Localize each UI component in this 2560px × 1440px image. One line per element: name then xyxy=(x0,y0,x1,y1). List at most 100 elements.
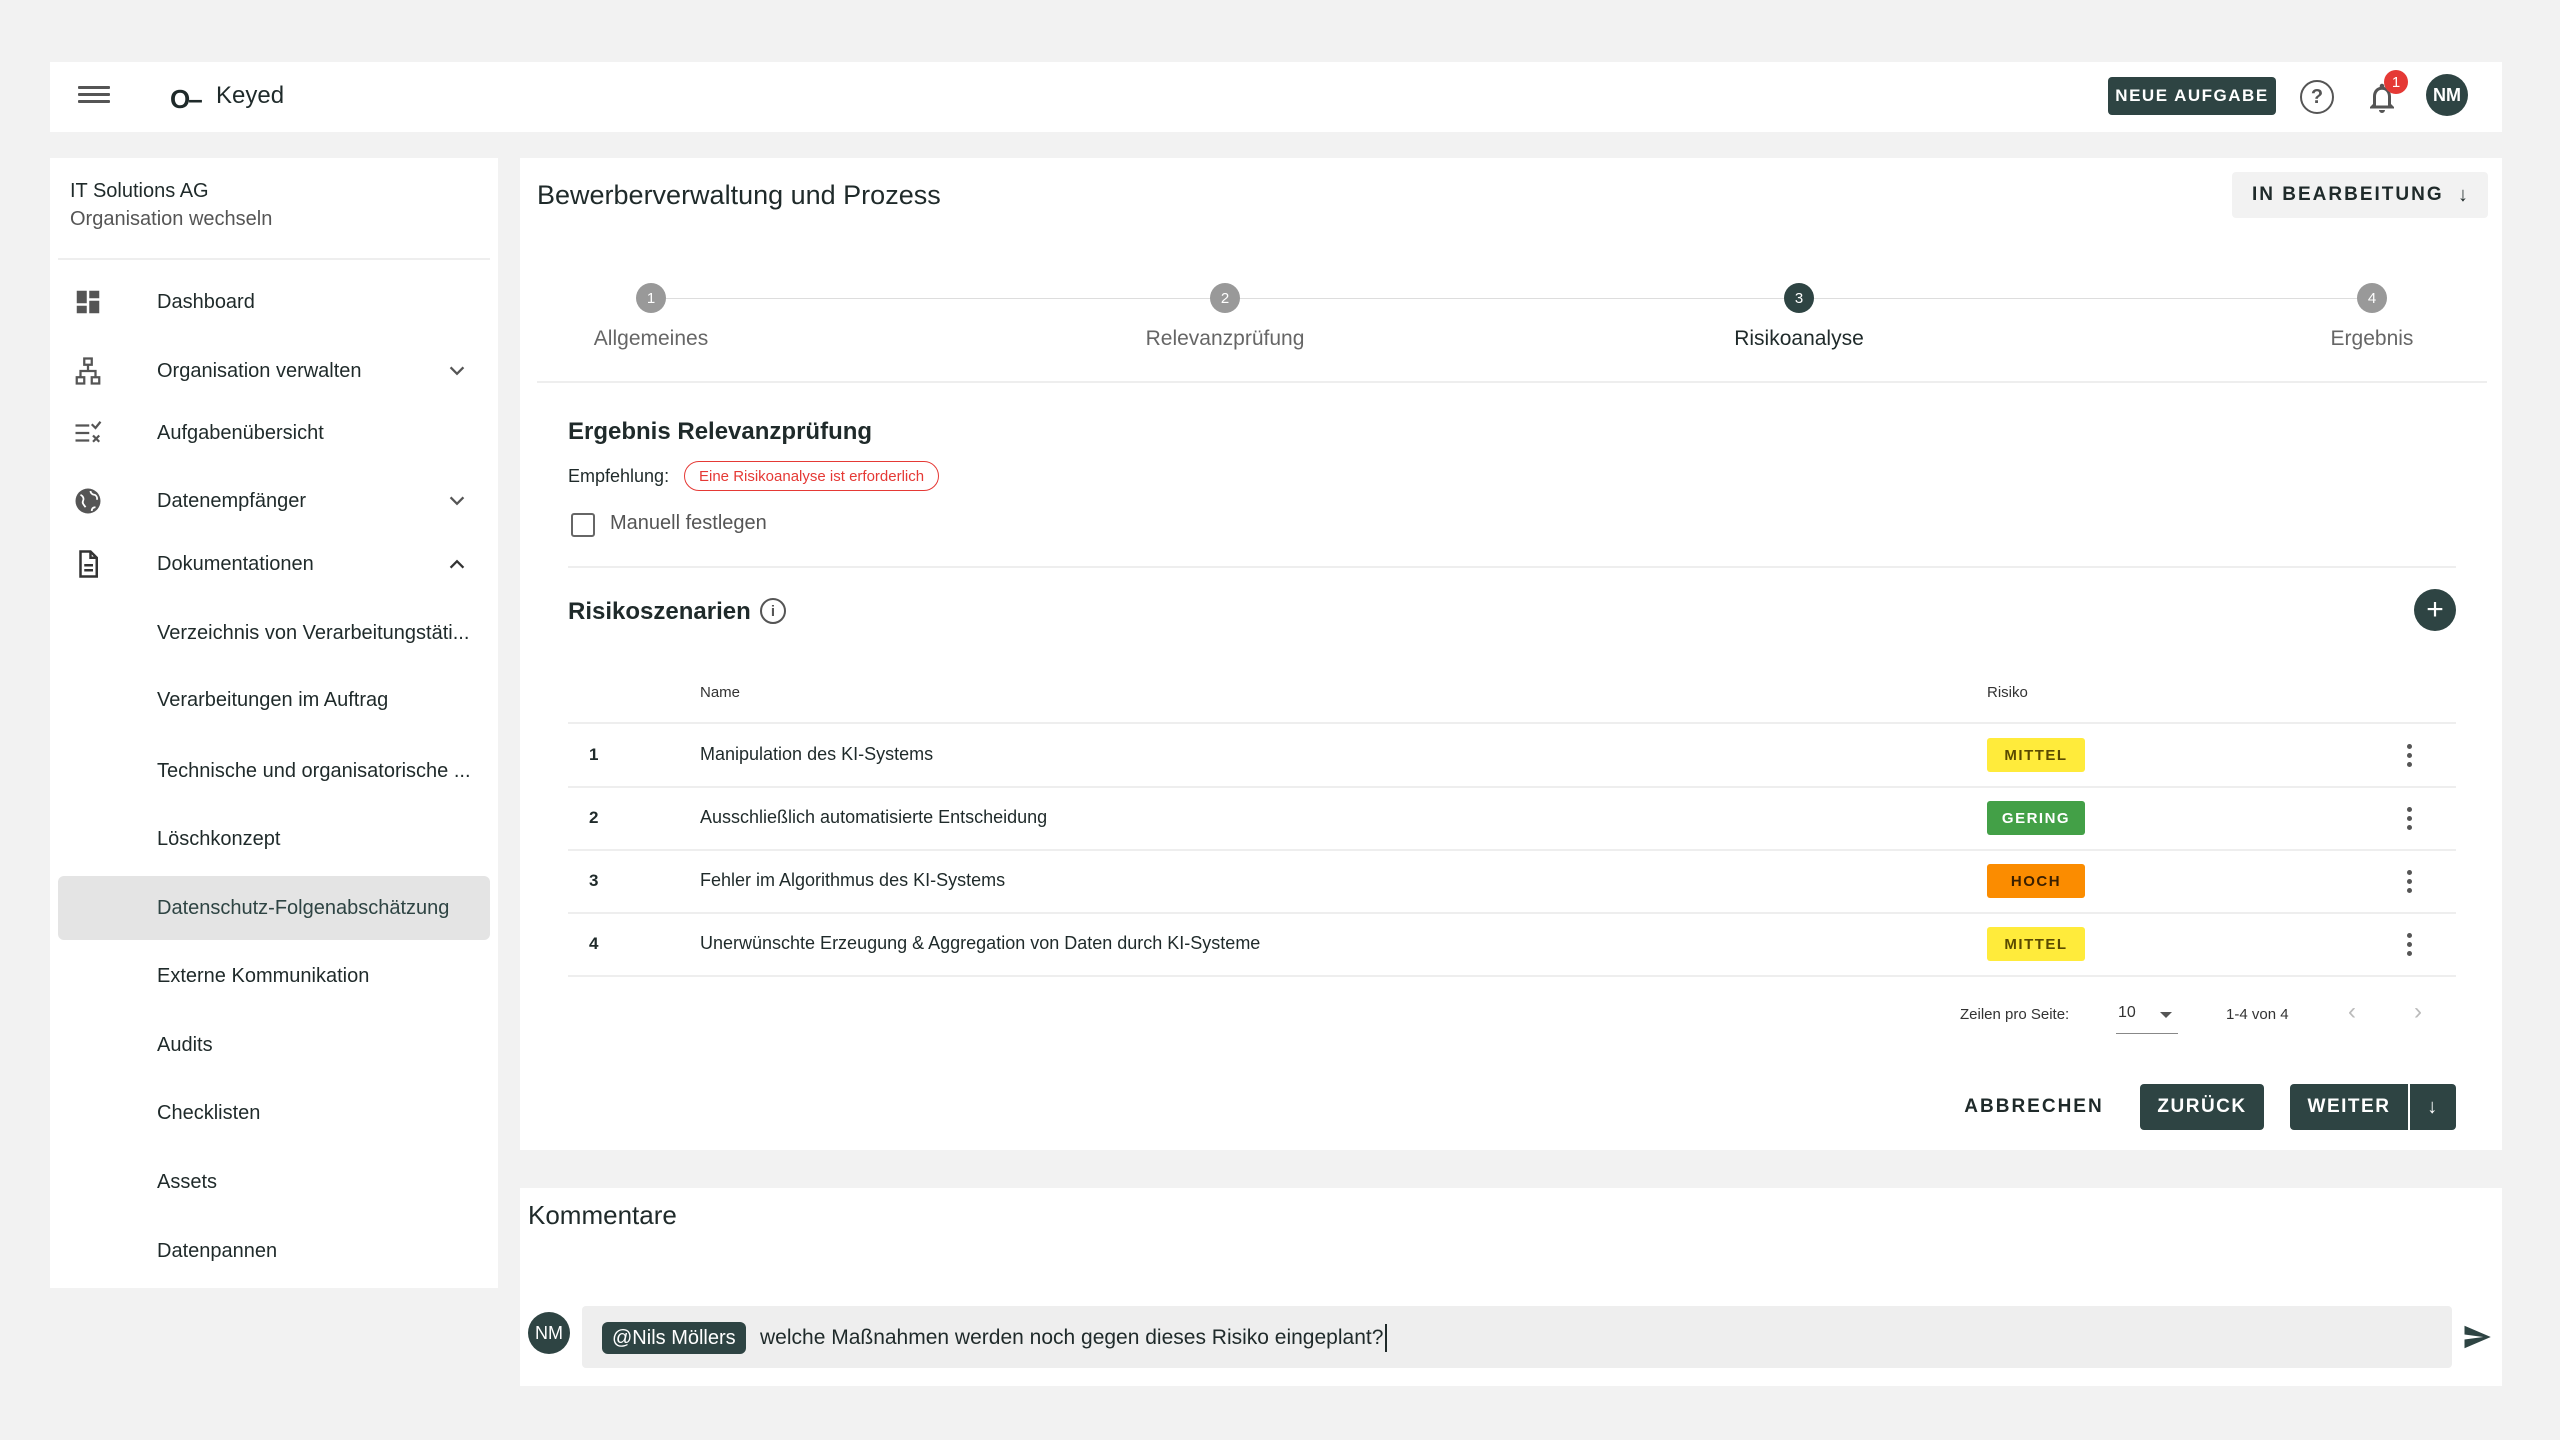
new-task-button[interactable]: NEUE AUFGABE xyxy=(2108,77,2276,115)
sidebar-subitem[interactable]: Technische und organisatorische ... xyxy=(58,739,490,803)
step-3-label[interactable]: Risikoanalyse xyxy=(1669,327,1929,351)
chevron-up-icon[interactable] xyxy=(446,553,468,575)
sidebar-subitem-label: Datenpannen xyxy=(157,1239,278,1262)
comment-draft-text[interactable]: welche Maßnahmen werden noch gegen diese… xyxy=(760,1326,1383,1350)
back-button[interactable]: ZURÜCK xyxy=(2140,1084,2264,1130)
row-more-icon[interactable] xyxy=(2399,929,2419,959)
sidebar-subitem[interactable]: Assets xyxy=(58,1150,490,1214)
recommendation-chip: Eine Risikoanalyse ist erforderlich xyxy=(684,461,940,491)
page-title: Bewerberverwaltung und Prozess xyxy=(537,180,941,210)
section-divider xyxy=(568,566,2456,568)
hamburger-menu-icon[interactable] xyxy=(78,82,110,110)
rows-per-page-label: Zeilen pro Seite: xyxy=(1960,1006,2070,1023)
arrow-down-icon: ↓ xyxy=(2458,184,2470,206)
sitemap-icon xyxy=(72,355,104,387)
sidebar-subitem-label: Verarbeitungen im Auftrag xyxy=(157,688,389,711)
logo-mark: O– xyxy=(170,84,203,114)
notifications-count-badge: 1 xyxy=(2384,70,2408,94)
caret-down-icon xyxy=(2160,1012,2172,1018)
sidebar-subitem[interactable]: Verzeichnis von Verarbeitungstäti... xyxy=(58,601,490,665)
risk-badge: HOCH xyxy=(1987,864,2085,898)
step-3-dot[interactable]: 3 xyxy=(1784,283,1814,313)
send-icon[interactable] xyxy=(2460,1322,2494,1352)
risk-scenarios-title: Risikoszenarien xyxy=(568,598,751,625)
risk-badge: GERING xyxy=(1987,801,2085,835)
row-number: 1 xyxy=(589,745,599,764)
globe-icon xyxy=(72,485,104,517)
row-more-icon[interactable] xyxy=(2399,803,2419,833)
scenario-name[interactable]: Ausschließlich automatisierte Entscheidu… xyxy=(700,807,1047,828)
status-label: IN BEARBEITUNG xyxy=(2252,184,2444,205)
dashboard-icon xyxy=(72,286,104,318)
sidebar-subitem-label: Verzeichnis von Verarbeitungstäti... xyxy=(157,621,470,644)
step-4-dot[interactable]: 4 xyxy=(2357,283,2387,313)
text-cursor xyxy=(1385,1324,1387,1352)
step-2-dot[interactable]: 2 xyxy=(1210,283,1240,313)
add-scenario-button[interactable]: + xyxy=(2414,589,2456,631)
column-header-risk: Risiko xyxy=(1987,684,2028,701)
cancel-button[interactable]: ABBRECHEN xyxy=(1960,1084,2108,1130)
sidebar-item-label: Aufgabenübersicht xyxy=(157,421,324,444)
main-card xyxy=(520,158,2502,1150)
switch-organization-link[interactable]: Organisation wechseln xyxy=(70,208,272,231)
step-1-dot[interactable]: 1 xyxy=(636,283,666,313)
step-4-label[interactable]: Ergebnis xyxy=(2242,327,2502,351)
manual-set-checkbox[interactable] xyxy=(571,513,595,537)
recommendation-label: Empfehlung: xyxy=(568,466,670,486)
sidebar-subitem[interactable]: Audits xyxy=(58,1013,490,1077)
sidebar-subitem-active[interactable]: Datenschutz-Folgenabschätzung xyxy=(58,876,490,940)
help-icon[interactable]: ? xyxy=(2300,80,2334,114)
row-number: 2 xyxy=(589,808,599,827)
sidebar-subitem[interactable]: Externe Kommunikation xyxy=(58,944,490,1008)
scenario-name[interactable]: Unerwünschte Erzeugung & Aggregation von… xyxy=(700,933,1260,954)
sidebar-subitem[interactable]: Verarbeitungen im Auftrag xyxy=(58,668,490,732)
sidebar-subitem[interactable]: Datenpannen xyxy=(58,1219,490,1283)
row-divider xyxy=(568,975,2456,977)
row-more-icon[interactable] xyxy=(2399,740,2419,770)
step-1-label[interactable]: Allgemeines xyxy=(521,327,781,351)
row-number: 3 xyxy=(589,871,599,890)
prev-page-icon[interactable]: ‹ xyxy=(2348,998,2356,1026)
scenario-name[interactable]: Manipulation des KI-Systems xyxy=(700,744,933,765)
next-options-arrow-icon[interactable]: ↓ xyxy=(2410,1084,2456,1130)
row-more-icon[interactable] xyxy=(2399,866,2419,896)
mention-chip[interactable]: @Nils Möllers xyxy=(602,1322,746,1354)
sidebar-subitem[interactable]: Checklisten xyxy=(58,1081,490,1145)
sidebar-item-label: Dokumentationen xyxy=(157,552,314,575)
document-icon xyxy=(72,548,104,580)
row-divider xyxy=(568,849,2456,851)
scenario-name[interactable]: Fehler im Algorithmus des KI-Systems xyxy=(700,870,1005,891)
manual-set-label[interactable]: Manuell festlegen xyxy=(610,512,767,535)
comments-title: Kommentare xyxy=(528,1200,677,1230)
status-dropdown[interactable]: IN BEARBEITUNG ↓ xyxy=(2232,172,2488,218)
relevance-result-title: Ergebnis Relevanzprüfung xyxy=(568,418,873,445)
row-divider xyxy=(568,786,2456,788)
sidebar-item-data-recipients[interactable]: Datenempfänger xyxy=(58,469,490,533)
next-page-icon[interactable]: › xyxy=(2414,998,2422,1026)
user-avatar[interactable]: NM xyxy=(2426,74,2468,116)
sidebar-subitem-label: Assets xyxy=(157,1170,218,1193)
sidebar-item-organisation[interactable]: Organisation verwalten xyxy=(58,339,490,403)
checklist-icon xyxy=(72,417,104,449)
chevron-down-icon[interactable] xyxy=(446,490,468,512)
chevron-down-icon[interactable] xyxy=(446,360,468,382)
sidebar-item-label: Dashboard xyxy=(157,290,255,313)
column-header-name: Name xyxy=(700,684,741,701)
stepper-divider xyxy=(537,381,2487,383)
next-button[interactable]: WEITER xyxy=(2290,1084,2408,1130)
table-header-divider xyxy=(568,722,2456,724)
sidebar-subitem-label: Checklisten xyxy=(157,1101,261,1124)
organization-name: IT Solutions AG xyxy=(70,180,209,202)
rows-per-page-select[interactable]: 10 xyxy=(2116,1002,2178,1034)
sidebar-item-label: Organisation verwalten xyxy=(157,359,362,382)
sidebar-item-label: Datenempfänger xyxy=(157,489,306,512)
step-2-label[interactable]: Relevanzprüfung xyxy=(1095,327,1355,351)
sidebar-item-documentation[interactable]: Dokumentationen xyxy=(58,532,490,596)
sidebar-subitem[interactable]: Löschkonzept xyxy=(58,807,490,871)
sidebar-item-dashboard[interactable]: Dashboard xyxy=(58,270,490,334)
info-icon[interactable]: i xyxy=(760,598,786,624)
risk-badge: MITTEL xyxy=(1987,927,2085,961)
sidebar-item-tasks[interactable]: Aufgabenübersicht xyxy=(58,401,490,465)
row-divider xyxy=(568,912,2456,914)
pagination-range: 1-4 von 4 xyxy=(2226,1006,2289,1023)
